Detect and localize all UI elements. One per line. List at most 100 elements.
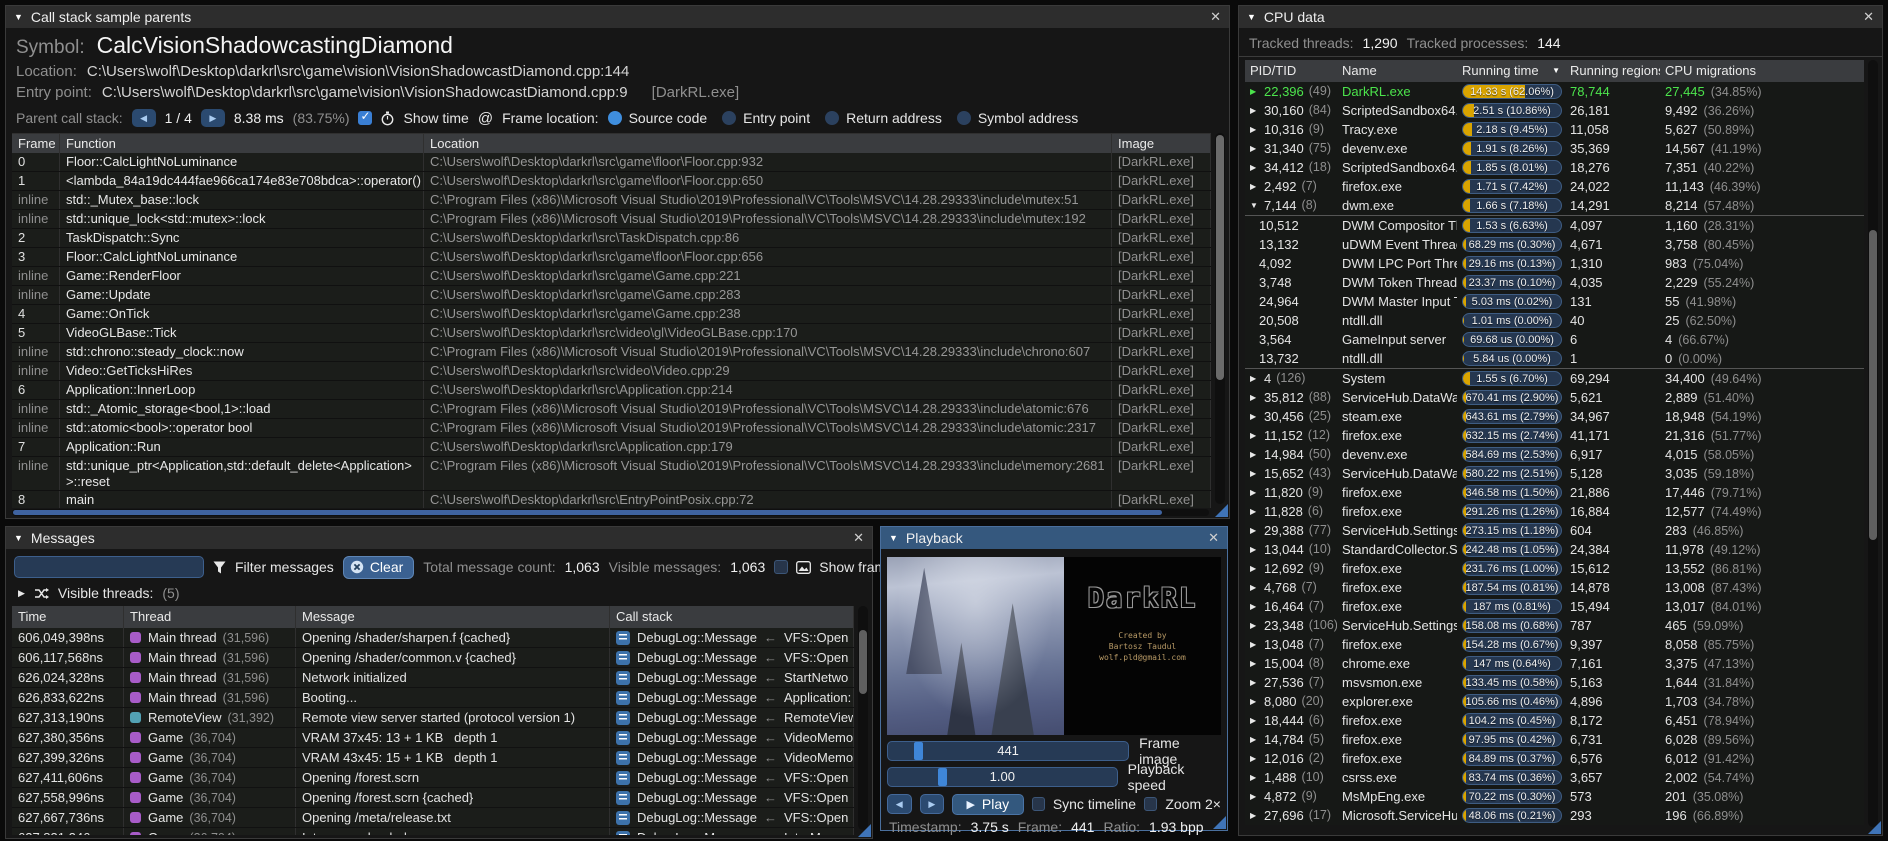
table-row[interactable]: inlineGame::UpdateC:\Users\wolf\Desktop\… — [12, 286, 1211, 305]
callstack-cell[interactable]: DebugLog::Message←VFS::Open — [610, 648, 854, 667]
callstack-cell[interactable]: DebugLog::Message←VFS::Open — [610, 788, 854, 807]
table-row[interactable]: 10,512DWM Compositor Thread1.53 s (6.63%… — [1245, 215, 1864, 235]
callstack-doc-icon[interactable] — [616, 731, 630, 745]
column-header[interactable]: Location — [424, 134, 1112, 153]
resize-grip[interactable] — [1868, 821, 1881, 834]
table-row[interactable]: 13,132uDWM Event Thread68.29 ms (0.30%)4… — [1245, 235, 1864, 254]
expand-tree-icon[interactable]: ▶ — [1250, 730, 1259, 749]
callstack-doc-icon[interactable] — [616, 831, 630, 836]
expand-tree-icon[interactable]: ▶ — [1250, 692, 1259, 711]
table-row[interactable]: inlinestd::unique_ptr<Application,std::d… — [12, 457, 1211, 491]
messages-vertical-scrollbar[interactable] — [858, 606, 868, 830]
expand-tree-icon[interactable]: ▶ — [1250, 483, 1259, 502]
expand-tree-icon[interactable]: ▶ — [1250, 654, 1259, 673]
table-row[interactable]: ▶29,388(77)ServiceHub.SettingsHost273.15… — [1245, 521, 1864, 540]
table-row[interactable]: 606,117,568nsMain thread(31,596)Opening … — [12, 648, 854, 668]
callstack-cell[interactable]: DebugLog::Message←VFS::Open — [610, 628, 854, 647]
column-header[interactable]: Time — [12, 606, 124, 628]
table-row[interactable]: 24,964DWM Master Input Thread5.03 ms (0.… — [1245, 292, 1864, 311]
table-row[interactable]: inlineVideo::GetTicksHiResC:\Users\wolf\… — [12, 362, 1211, 381]
show-frame-checkbox[interactable] — [774, 560, 788, 574]
table-row[interactable]: inlinestd::unique_lock<std::mutex>::lock… — [12, 210, 1211, 229]
table-row[interactable]: 20,508ntdll.dll1.01 ms (0.00%)4025(62.50… — [1245, 311, 1864, 330]
table-row[interactable]: 5VideoGLBase::TickC:\Users\wolf\Desktop\… — [12, 324, 1211, 343]
expand-tree-icon[interactable]: ▶ — [1250, 635, 1259, 654]
table-row[interactable]: ▶30,160(84)ScriptedSandbox64.exe2.51 s (… — [1245, 101, 1864, 120]
callstack-cell[interactable]: DebugLog::Message←Application: — [610, 688, 854, 707]
column-header[interactable]: Running regions — [1565, 60, 1660, 82]
next-parent-button[interactable]: ▶ — [201, 109, 225, 127]
expand-tree-icon[interactable]: ▶ — [1250, 407, 1259, 426]
table-row[interactable]: 627,831,246nsGame(36,704)Intro menu load… — [12, 828, 854, 835]
table-row[interactable]: 6Application::InnerLoopC:\Users\wolf\Des… — [12, 381, 1211, 400]
expand-tree-icon[interactable]: ▶ — [1250, 177, 1259, 196]
column-header[interactable]: Call stack — [610, 606, 854, 628]
expand-tree-icon[interactable]: ▶ — [1250, 139, 1259, 158]
table-row[interactable]: 1<lambda_84a19dc444fae966ca174e83e708bdc… — [12, 172, 1211, 191]
collapse-icon[interactable]: ▼ — [14, 533, 23, 543]
column-header[interactable]: Function — [60, 134, 424, 153]
table-row[interactable]: ▶35,812(88)ServiceHub.DataWarehouse670.4… — [1245, 388, 1864, 407]
table-row[interactable]: ▶23,348(106)ServiceHub.SettingsHost158.0… — [1245, 616, 1864, 635]
expand-tree-icon[interactable]: ▶ — [1250, 426, 1259, 445]
table-row[interactable]: ▼7,144(8)dwm.exe1.66 s (7.18%)14,2918,21… — [1245, 196, 1864, 215]
table-row[interactable]: ▶11,152(12)firefox.exe632.15 ms (2.74%)4… — [1245, 426, 1864, 445]
table-row[interactable]: 627,411,606nsGame(36,704)Opening /forest… — [12, 768, 854, 788]
zoom-2x-checkbox[interactable] — [1144, 797, 1157, 811]
messages-table-header[interactable]: TimeThreadMessageCall stack — [12, 606, 854, 628]
cpu-vertical-scrollbar[interactable] — [1868, 60, 1878, 827]
close-icon[interactable]: ✕ — [853, 530, 864, 546]
callstack-cell[interactable]: DebugLog::Message←IntroMenu:: — [610, 828, 854, 835]
callstack-doc-icon[interactable] — [616, 791, 630, 805]
expand-tree-icon[interactable]: ▶ — [1250, 768, 1259, 787]
expand-tree-icon[interactable]: ▶ — [1250, 711, 1259, 730]
table-row[interactable]: ▶4,768(7)firefox.exe187.54 ms (0.81%)14,… — [1245, 578, 1864, 597]
table-row[interactable]: ▶10,316(9)Tracy.exe2.18 s (9.45%)11,0585… — [1245, 120, 1864, 139]
table-row[interactable]: ▶1,488(10)csrss.exe83.74 ms (0.36%)3,657… — [1245, 768, 1864, 787]
callstack-cell[interactable]: DebugLog::Message←VFS::Open — [610, 768, 854, 787]
expand-tree-icon[interactable]: ▶ — [1250, 540, 1259, 559]
callstack-doc-icon[interactable] — [616, 811, 630, 825]
expand-tree-icon[interactable]: ▶ — [1250, 578, 1259, 597]
clear-button[interactable]: Clear — [343, 556, 414, 579]
expand-tree-icon[interactable]: ▶ — [1250, 82, 1259, 101]
table-row[interactable]: ▶16,464(7)firefox.exe187 ms (0.81%)15,49… — [1245, 597, 1864, 616]
radio-symbol-address[interactable] — [957, 111, 971, 125]
callstack-table-header[interactable]: FrameFunctionLocationImage — [12, 134, 1211, 153]
expand-tree-icon[interactable]: ▶ — [1250, 787, 1259, 806]
callstack-vertical-scrollbar[interactable] — [1215, 133, 1225, 504]
column-header[interactable]: Message — [296, 606, 610, 628]
table-row[interactable]: ▶27,696(17)Microsoft.ServiceHub.Co48.06 … — [1245, 806, 1864, 825]
table-row[interactable]: 627,380,356nsGame(36,704)VRAM 37x45: 13 … — [12, 728, 854, 748]
expand-tree-icon[interactable]: ▶ — [1250, 101, 1259, 120]
expand-tree-icon[interactable]: ▶ — [1250, 616, 1259, 635]
expand-tree-icon[interactable]: ▶ — [1250, 464, 1259, 483]
sort-descending-icon[interactable]: ▼ — [1552, 60, 1560, 82]
table-row[interactable]: 627,313,190nsRemoteView(31,392)Remote vi… — [12, 708, 854, 728]
callstack-panel-header[interactable]: ▼ Call stack sample parents ✕ — [6, 6, 1229, 28]
callstack-cell[interactable]: DebugLog::Message←VideoMemo — [610, 748, 854, 767]
expand-tree-icon[interactable]: ▶ — [1250, 749, 1259, 768]
table-row[interactable]: 4,092DWM LPC Port Thread29.16 ms (0.13%)… — [1245, 254, 1864, 273]
column-header[interactable]: Frame — [12, 134, 60, 153]
table-row[interactable]: ▶27,536(7)msvsmon.exe133.45 ms (0.58%)5,… — [1245, 673, 1864, 692]
column-header[interactable]: Running time▼ — [1457, 60, 1565, 82]
filter-input[interactable] — [14, 556, 204, 578]
column-header[interactable]: Name — [1337, 60, 1457, 82]
collapse-icon[interactable]: ▼ — [14, 12, 23, 22]
callstack-horizontal-scrollbar[interactable] — [12, 509, 1209, 516]
column-header[interactable]: Thread — [124, 606, 296, 628]
table-row[interactable]: 8mainC:\Users\wolf\Desktop\darkrl\src\En… — [12, 491, 1211, 508]
column-header[interactable]: CPU migrations — [1660, 60, 1864, 82]
table-row[interactable]: ▶18,444(6)firefox.exe104.2 ms (0.45%)8,1… — [1245, 711, 1864, 730]
expand-tree-icon[interactable]: ▶ — [1250, 521, 1259, 540]
expand-tree-icon[interactable]: ▶ — [1250, 806, 1259, 825]
column-header[interactable]: PID/TID — [1245, 60, 1337, 82]
table-row[interactable]: 627,399,326nsGame(36,704)VRAM 43x45: 15 … — [12, 748, 854, 768]
resize-grip[interactable] — [1213, 816, 1226, 829]
frame-image-slider[interactable]: 441 — [887, 741, 1129, 761]
playback-speed-slider[interactable]: 1.00 — [887, 767, 1118, 787]
callstack-cell[interactable]: DebugLog::Message←VideoMemo — [610, 728, 854, 747]
callstack-doc-icon[interactable] — [616, 771, 630, 785]
table-row[interactable]: 7Application::RunC:\Users\wolf\Desktop\d… — [12, 438, 1211, 457]
